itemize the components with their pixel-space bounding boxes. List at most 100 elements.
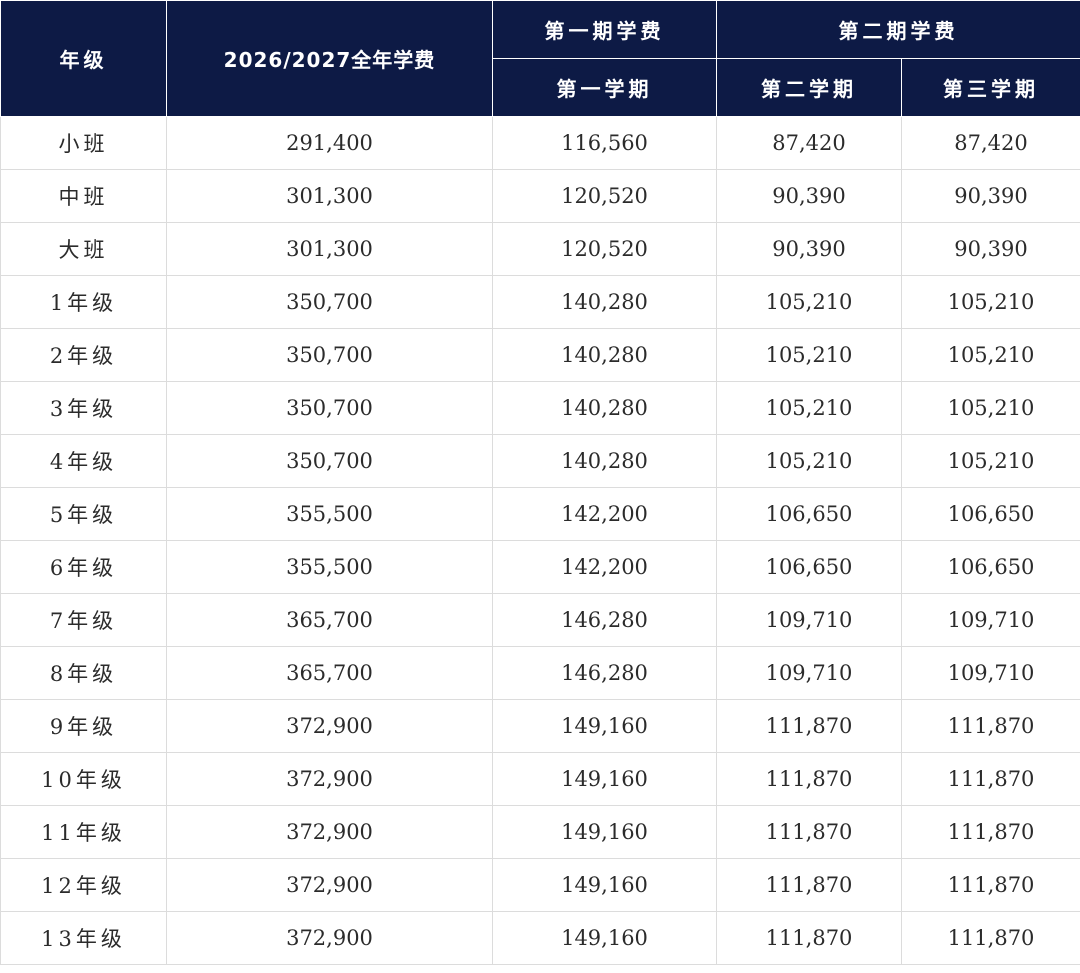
cell-grade: 7年级: [0, 593, 167, 647]
cell-term-1-fee: 142,200: [492, 540, 717, 594]
cell-term-2-fee: 105,210: [716, 381, 902, 435]
cell-annual-fee: 355,500: [166, 487, 493, 541]
cell-term-3-fee: 105,210: [901, 275, 1080, 329]
table-row: 7年级 365,700 146,280 109,710 109,710: [0, 593, 1080, 647]
cell-grade: 3年级: [0, 381, 167, 435]
cell-term-3-fee: 111,870: [901, 699, 1080, 753]
cell-term-1-fee: 140,280: [492, 434, 717, 488]
cell-annual-fee: 291,400: [166, 116, 493, 170]
table-row: 8年级 365,700 146,280 109,710 109,710: [0, 646, 1080, 700]
cell-annual-fee: 350,700: [166, 328, 493, 382]
table-row: 1年级 350,700 140,280 105,210 105,210: [0, 275, 1080, 329]
table-row: 10年级 372,900 149,160 111,870 111,870: [0, 752, 1080, 806]
cell-annual-fee: 350,700: [166, 434, 493, 488]
cell-annual-fee: 350,700: [166, 381, 493, 435]
header-annual-fee: 2026/2027全年学费: [166, 0, 493, 117]
header-term-2: 第二学期: [716, 58, 902, 117]
table-header: 年级 2026/2027全年学费 第一期学费 第二期学费 第一学期 第二学期 第…: [0, 0, 1080, 117]
cell-term-2-fee: 111,870: [716, 699, 902, 753]
cell-term-2-fee: 111,870: [716, 911, 902, 965]
cell-annual-fee: 301,300: [166, 222, 493, 276]
cell-annual-fee: 372,900: [166, 911, 493, 965]
cell-term-2-fee: 105,210: [716, 434, 902, 488]
cell-grade: 1年级: [0, 275, 167, 329]
cell-term-1-fee: 149,160: [492, 911, 717, 965]
cell-term-1-fee: 140,280: [492, 381, 717, 435]
cell-term-3-fee: 111,870: [901, 752, 1080, 806]
cell-term-3-fee: 106,650: [901, 540, 1080, 594]
cell-term-2-fee: 105,210: [716, 275, 902, 329]
tuition-fee-table: 年级 2026/2027全年学费 第一期学费 第二期学费 第一学期 第二学期 第…: [0, 0, 1080, 965]
cell-annual-fee: 350,700: [166, 275, 493, 329]
cell-grade: 中班: [0, 169, 167, 223]
cell-term-3-fee: 105,210: [901, 381, 1080, 435]
cell-annual-fee: 372,900: [166, 699, 493, 753]
cell-term-2-fee: 90,390: [716, 222, 902, 276]
header-grade: 年级: [0, 0, 167, 117]
cell-term-1-fee: 146,280: [492, 646, 717, 700]
cell-term-3-fee: 111,870: [901, 858, 1080, 912]
cell-grade: 8年级: [0, 646, 167, 700]
cell-annual-fee: 301,300: [166, 169, 493, 223]
table-row: 小班 291,400 116,560 87,420 87,420: [0, 116, 1080, 170]
cell-term-3-fee: 109,710: [901, 593, 1080, 647]
cell-term-1-fee: 116,560: [492, 116, 717, 170]
table-row: 中班 301,300 120,520 90,390 90,390: [0, 169, 1080, 223]
cell-annual-fee: 372,900: [166, 805, 493, 859]
cell-term-3-fee: 106,650: [901, 487, 1080, 541]
cell-annual-fee: 372,900: [166, 858, 493, 912]
header-first-installment: 第一期学费: [492, 0, 717, 59]
cell-term-3-fee: 90,390: [901, 222, 1080, 276]
cell-term-2-fee: 109,710: [716, 593, 902, 647]
cell-term-3-fee: 105,210: [901, 434, 1080, 488]
cell-annual-fee: 365,700: [166, 646, 493, 700]
table-row: 5年级 355,500 142,200 106,650 106,650: [0, 487, 1080, 541]
header-term-3: 第三学期: [901, 58, 1080, 117]
cell-term-2-fee: 109,710: [716, 646, 902, 700]
table-body: 小班 291,400 116,560 87,420 87,420 中班 301,300 120…: [0, 116, 1080, 965]
cell-term-1-fee: 142,200: [492, 487, 717, 541]
cell-grade: 10年级: [0, 752, 167, 806]
cell-term-1-fee: 140,280: [492, 275, 717, 329]
cell-term-2-fee: 90,390: [716, 169, 902, 223]
cell-term-2-fee: 111,870: [716, 858, 902, 912]
cell-term-2-fee: 106,650: [716, 540, 902, 594]
cell-annual-fee: 372,900: [166, 752, 493, 806]
cell-annual-fee: 365,700: [166, 593, 493, 647]
cell-grade: 11年级: [0, 805, 167, 859]
cell-grade: 5年级: [0, 487, 167, 541]
table-row: 4年级 350,700 140,280 105,210 105,210: [0, 434, 1080, 488]
table-row: 3年级 350,700 140,280 105,210 105,210: [0, 381, 1080, 435]
table-row: 11年级 372,900 149,160 111,870 111,870: [0, 805, 1080, 859]
cell-grade: 6年级: [0, 540, 167, 594]
cell-term-2-fee: 87,420: [716, 116, 902, 170]
table-row: 大班 301,300 120,520 90,390 90,390: [0, 222, 1080, 276]
cell-term-1-fee: 149,160: [492, 805, 717, 859]
cell-term-3-fee: 109,710: [901, 646, 1080, 700]
cell-term-1-fee: 149,160: [492, 699, 717, 753]
cell-term-2-fee: 111,870: [716, 805, 902, 859]
cell-term-1-fee: 149,160: [492, 752, 717, 806]
table-row: 12年级 372,900 149,160 111,870 111,870: [0, 858, 1080, 912]
cell-grade: 9年级: [0, 699, 167, 753]
header-second-installment: 第二期学费: [716, 0, 1080, 59]
cell-grade: 2年级: [0, 328, 167, 382]
cell-term-1-fee: 120,520: [492, 169, 717, 223]
cell-term-2-fee: 105,210: [716, 328, 902, 382]
cell-grade: 大班: [0, 222, 167, 276]
header-term-1: 第一学期: [492, 58, 717, 117]
cell-term-1-fee: 120,520: [492, 222, 717, 276]
cell-grade: 12年级: [0, 858, 167, 912]
cell-term-1-fee: 149,160: [492, 858, 717, 912]
cell-term-2-fee: 111,870: [716, 752, 902, 806]
table-row: 6年级 355,500 142,200 106,650 106,650: [0, 540, 1080, 594]
table-row: 2年级 350,700 140,280 105,210 105,210: [0, 328, 1080, 382]
cell-term-3-fee: 111,870: [901, 911, 1080, 965]
cell-grade: 13年级: [0, 911, 167, 965]
table-row: 13年级 372,900 149,160 111,870 111,870: [0, 911, 1080, 965]
cell-term-1-fee: 140,280: [492, 328, 717, 382]
cell-term-3-fee: 87,420: [901, 116, 1080, 170]
cell-term-2-fee: 106,650: [716, 487, 902, 541]
cell-term-1-fee: 146,280: [492, 593, 717, 647]
cell-annual-fee: 355,500: [166, 540, 493, 594]
